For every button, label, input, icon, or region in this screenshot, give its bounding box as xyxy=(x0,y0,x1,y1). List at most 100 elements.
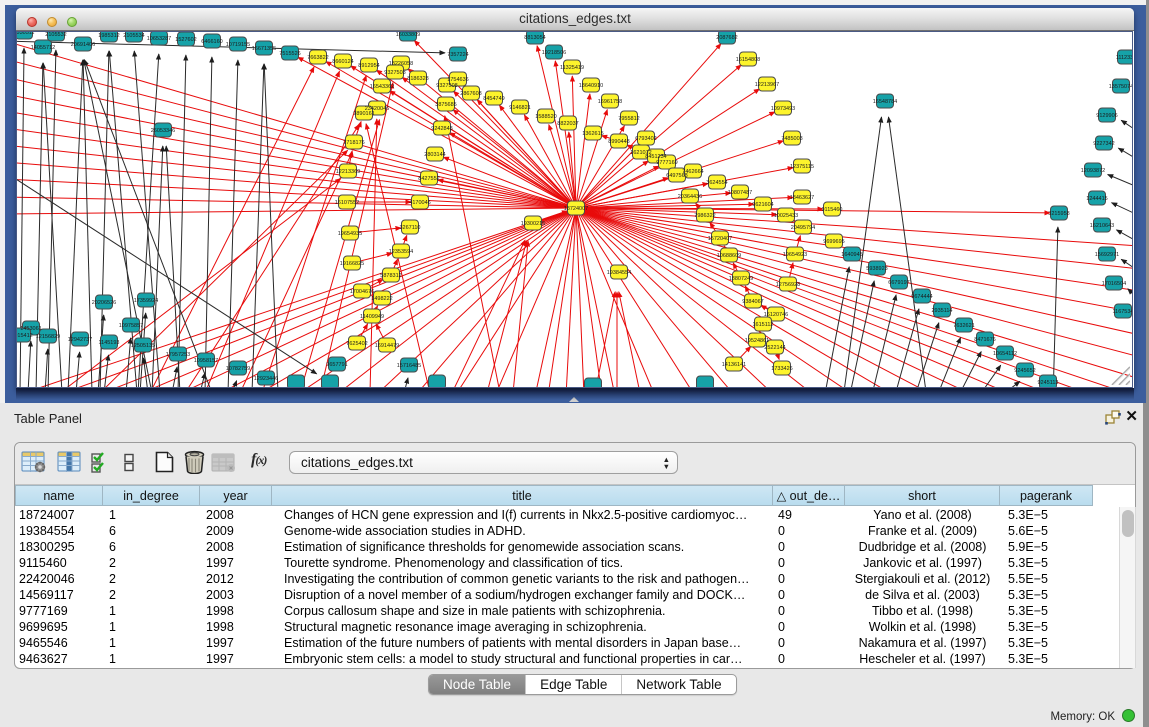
svg-text:1985312: 1985312 xyxy=(98,33,119,39)
svg-text:12213369: 12213369 xyxy=(336,169,360,175)
svg-text:8660124: 8660124 xyxy=(332,59,353,65)
svg-text:16107552: 16107552 xyxy=(335,200,359,206)
svg-text:9384067: 9384067 xyxy=(742,299,763,305)
svg-text:9115460: 9115460 xyxy=(821,207,842,213)
svg-text:18463627: 18463627 xyxy=(790,195,814,201)
svg-text:1733426: 1733426 xyxy=(771,366,792,372)
svg-text:12213967: 12213967 xyxy=(755,82,779,88)
svg-text:19300215: 19300215 xyxy=(521,221,545,227)
svg-text:9890161: 9890161 xyxy=(353,111,374,117)
svg-text:10025433: 10025433 xyxy=(774,213,798,219)
svg-text:10807487: 10807487 xyxy=(728,190,752,196)
svg-text:2867608: 2867608 xyxy=(460,91,481,97)
svg-text:9245113: 9245113 xyxy=(1037,380,1058,386)
svg-text:1588520: 1588520 xyxy=(535,114,556,120)
svg-text:7485003: 7485003 xyxy=(781,136,802,142)
svg-text:26053346: 26053346 xyxy=(151,128,175,134)
svg-text:18807249: 18807249 xyxy=(729,276,753,282)
svg-text:8471676: 8471676 xyxy=(974,337,995,343)
svg-text:10688609: 10688609 xyxy=(717,253,741,259)
svg-text:16033809: 16033809 xyxy=(396,32,420,38)
svg-text:9657791: 9657791 xyxy=(326,362,347,368)
svg-text:2522144: 2522144 xyxy=(764,345,785,351)
svg-text:11409949: 11409949 xyxy=(360,314,384,320)
svg-text:8186328: 8186328 xyxy=(407,76,428,82)
svg-text:1112334: 1112334 xyxy=(1116,55,1132,61)
svg-text:8454749: 8454749 xyxy=(483,96,504,102)
svg-text:16671355: 16671355 xyxy=(252,46,276,52)
svg-text:10782759: 10782759 xyxy=(226,366,250,372)
svg-text:1615112: 1615112 xyxy=(752,322,773,328)
svg-text:8912954: 8912954 xyxy=(358,63,379,69)
svg-text:12353594: 12353594 xyxy=(389,249,413,255)
svg-text:12505135: 12505135 xyxy=(131,343,155,349)
svg-text:17016504: 17016504 xyxy=(1102,281,1126,287)
svg-text:9327503: 9327503 xyxy=(384,70,405,76)
svg-text:7663822: 7663822 xyxy=(307,55,328,61)
svg-text:7515526: 7515526 xyxy=(279,51,300,57)
svg-text:8822037: 8822037 xyxy=(557,121,578,127)
svg-text:9242848: 9242848 xyxy=(431,126,452,132)
svg-text:7986322: 7986322 xyxy=(694,213,715,219)
svg-text:16961758: 16961758 xyxy=(598,99,622,105)
svg-text:1453061: 1453061 xyxy=(20,326,41,332)
svg-text:6466160: 6466160 xyxy=(201,39,222,45)
svg-text:12942737: 12942737 xyxy=(68,337,92,343)
svg-text:5878312: 5878312 xyxy=(380,273,401,279)
svg-text:16210643: 16210643 xyxy=(1090,223,1114,229)
svg-text:7955812: 7955812 xyxy=(618,116,639,122)
svg-text:1362615: 1362615 xyxy=(582,131,603,137)
svg-text:5938923: 5938923 xyxy=(866,266,887,272)
svg-text:12375115: 12375115 xyxy=(790,164,814,170)
svg-text:1640945: 1640945 xyxy=(841,252,862,258)
svg-text:18724007: 18724007 xyxy=(564,206,588,212)
svg-text:12923446: 12923446 xyxy=(254,376,278,382)
svg-text:12093872: 12093872 xyxy=(1081,168,1105,174)
svg-text:3267110: 3267110 xyxy=(399,225,420,231)
svg-text:2087682: 2087682 xyxy=(716,35,737,41)
svg-text:1498222: 1498222 xyxy=(371,296,392,302)
svg-text:7632621: 7632621 xyxy=(953,323,974,329)
svg-text:11325419: 11325419 xyxy=(560,65,584,71)
svg-text:12756928: 12756928 xyxy=(776,282,800,288)
svg-text:20691406: 20691406 xyxy=(71,42,95,48)
svg-text:1145193: 1145193 xyxy=(98,340,119,346)
svg-text:19218506: 19218506 xyxy=(542,50,566,56)
svg-text:2935114: 2935114 xyxy=(931,308,952,314)
svg-text:1244415: 1244415 xyxy=(1086,196,1107,202)
svg-text:2718176: 2718176 xyxy=(343,140,364,146)
svg-text:20364436: 20364436 xyxy=(678,194,702,200)
svg-text:14055712: 14055712 xyxy=(31,45,55,51)
svg-text:9777169: 9777169 xyxy=(656,160,677,166)
svg-text:4170046: 4170046 xyxy=(409,200,430,206)
svg-text:10975857: 10975857 xyxy=(119,323,143,329)
svg-text:10719155: 10719155 xyxy=(226,42,250,48)
svg-text:2105534: 2105534 xyxy=(123,33,144,39)
svg-text:2803144: 2803144 xyxy=(424,152,445,158)
svg-text:8427552: 8427552 xyxy=(418,176,439,182)
svg-text:9129906: 9129906 xyxy=(1096,113,1117,119)
svg-text:20495794: 20495794 xyxy=(791,225,815,231)
svg-text:13575074: 13575074 xyxy=(1109,84,1132,90)
svg-text:8530511: 8530511 xyxy=(17,32,35,36)
svg-text:14136141: 14136141 xyxy=(722,362,746,368)
svg-text:16914479: 16914479 xyxy=(375,343,399,349)
svg-text:1754636: 1754636 xyxy=(447,77,468,83)
svg-text:7357224: 7357224 xyxy=(447,52,468,58)
svg-text:19654923: 19654923 xyxy=(783,252,807,258)
svg-text:16548784: 16548784 xyxy=(873,99,897,105)
svg-text:9699695: 9699695 xyxy=(823,239,844,245)
svg-text:8813054: 8813054 xyxy=(524,35,545,41)
svg-text:16154808: 16154808 xyxy=(736,57,760,63)
svg-text:17957253: 17957253 xyxy=(166,352,190,358)
svg-text:18226058: 18226058 xyxy=(389,61,413,67)
svg-text:7625402: 7625402 xyxy=(346,341,367,347)
svg-text:3915412: 3915412 xyxy=(17,333,33,339)
svg-text:9327508: 9327508 xyxy=(436,83,457,89)
svg-text:9146821: 9146821 xyxy=(509,105,530,111)
svg-text:3624554: 3624554 xyxy=(706,180,727,186)
svg-text:15692971: 15692971 xyxy=(1095,252,1119,258)
svg-text:6679197: 6679197 xyxy=(888,280,909,286)
svg-text:9674444: 9674444 xyxy=(911,294,932,300)
svg-text:19654935: 19654935 xyxy=(338,231,362,237)
